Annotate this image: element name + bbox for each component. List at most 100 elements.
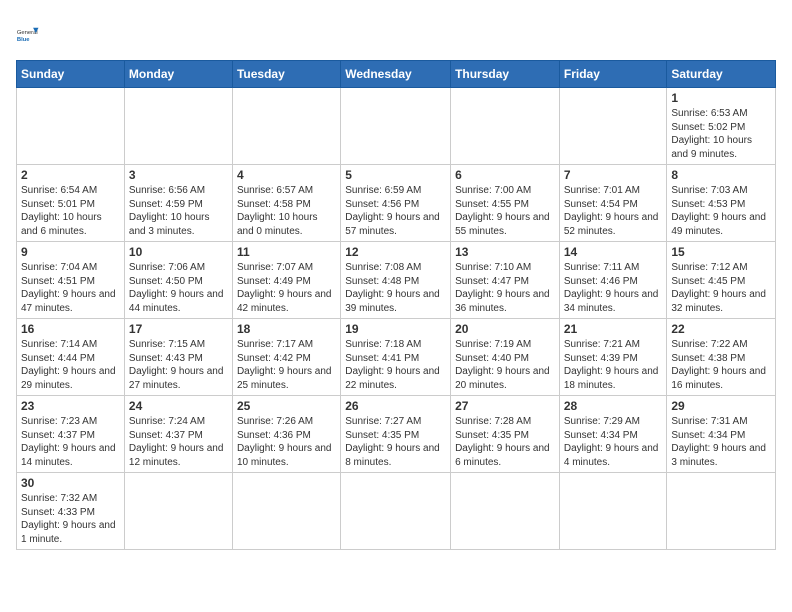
weekday-header-saturday: Saturday — [667, 61, 776, 88]
calendar-cell — [451, 473, 560, 550]
day-info: Sunrise: 7:01 AM Sunset: 4:54 PM Dayligh… — [564, 184, 663, 238]
calendar-cell: 24 Sunrise: 7:24 AM Sunset: 4:37 PM Dayli… — [124, 396, 232, 473]
day-number: 19 — [345, 322, 446, 336]
calendar-cell — [17, 88, 125, 165]
day-number: 13 — [455, 245, 555, 259]
day-number: 16 — [21, 322, 120, 336]
day-number: 22 — [671, 322, 771, 336]
weekday-header-friday: Friday — [559, 61, 667, 88]
calendar-cell: 8Sunrise: 7:03 AM Sunset: 4:53 PM Daylig… — [667, 165, 776, 242]
calendar-cell: 3 Sunrise: 6:56 AM Sunset: 4:59 PM Daylig… — [124, 165, 232, 242]
day-number: 28 — [564, 399, 663, 413]
calendar-cell: 12 Sunrise: 7:08 AM Sunset: 4:48 PM Dayli… — [341, 242, 451, 319]
calendar-cell: 19 Sunrise: 7:18 AM Sunset: 4:41 PM Dayli… — [341, 319, 451, 396]
day-info: Sunrise: 6:53 AM Sunset: 5:02 PM Dayligh… — [671, 107, 771, 161]
weekday-header-sunday: Sunday — [17, 61, 125, 88]
calendar-cell: 1 Sunrise: 6:53 AM Sunset: 5:02 PM Daylig… — [667, 88, 776, 165]
calendar-cell — [232, 473, 340, 550]
calendar-cell: 6 Sunrise: 7:00 AM Sunset: 4:55 PM Daylig… — [451, 165, 560, 242]
calendar-cell: 16 Sunrise: 7:14 AM Sunset: 4:44 PM Dayli… — [17, 319, 125, 396]
day-number: 1 — [671, 91, 771, 105]
calendar-cell: 2 Sunrise: 6:54 AM Sunset: 5:01 PM Daylig… — [17, 165, 125, 242]
day-info: Sunrise: 7:24 AM Sunset: 4:37 PM Dayligh… — [129, 415, 228, 469]
calendar-cell — [559, 88, 667, 165]
day-number: 29 — [671, 399, 771, 413]
day-info: Sunrise: 7:31 AM Sunset: 4:34 PM Dayligh… — [671, 415, 771, 469]
day-info: Sunrise: 7:27 AM Sunset: 4:35 PM Dayligh… — [345, 415, 446, 469]
calendar-cell: 4Sunrise: 6:57 AM Sunset: 4:58 PM Daylig… — [232, 165, 340, 242]
calendar-cell: 5Sunrise: 6:59 AM Sunset: 4:56 PM Daylig… — [341, 165, 451, 242]
logo: General Blue — [16, 16, 52, 52]
day-number: 11 — [237, 245, 336, 259]
calendar-cell: 28 Sunrise: 7:29 AM Sunset: 4:34 PM Dayli… — [559, 396, 667, 473]
day-info: Sunrise: 7:12 AM Sunset: 4:45 PM Dayligh… — [671, 261, 771, 315]
day-number: 7 — [564, 168, 663, 182]
day-info: Sunrise: 7:08 AM Sunset: 4:48 PM Dayligh… — [345, 261, 446, 315]
day-number: 12 — [345, 245, 446, 259]
day-info: Sunrise: 7:10 AM Sunset: 4:47 PM Dayligh… — [455, 261, 555, 315]
calendar-cell: 11 Sunrise: 7:07 AM Sunset: 4:49 PM Dayli… — [232, 242, 340, 319]
day-info: Sunrise: 7:15 AM Sunset: 4:43 PM Dayligh… — [129, 338, 228, 392]
day-info: Sunrise: 7:07 AM Sunset: 4:49 PM Dayligh… — [237, 261, 336, 315]
day-number: 3 — [129, 168, 228, 182]
calendar-cell: 30 Sunrise: 7:32 AM Sunset: 4:33 PM Dayli… — [17, 473, 125, 550]
week-row-3: 9 Sunrise: 7:04 AM Sunset: 4:51 PM Daylig… — [17, 242, 776, 319]
day-info: Sunrise: 7:17 AM Sunset: 4:42 PM Dayligh… — [237, 338, 336, 392]
week-row-2: 2 Sunrise: 6:54 AM Sunset: 5:01 PM Daylig… — [17, 165, 776, 242]
day-number: 25 — [237, 399, 336, 413]
day-info: Sunrise: 7:21 AM Sunset: 4:39 PM Dayligh… — [564, 338, 663, 392]
calendar-cell: 27Sunrise: 7:28 AM Sunset: 4:35 PM Dayli… — [451, 396, 560, 473]
day-number: 17 — [129, 322, 228, 336]
day-number: 5 — [345, 168, 446, 182]
day-info: Sunrise: 7:04 AM Sunset: 4:51 PM Dayligh… — [21, 261, 120, 315]
calendar-cell: 14Sunrise: 7:11 AM Sunset: 4:46 PM Dayli… — [559, 242, 667, 319]
day-info: Sunrise: 7:28 AM Sunset: 4:35 PM Dayligh… — [455, 415, 555, 469]
calendar-cell — [124, 88, 232, 165]
week-row-6: 30 Sunrise: 7:32 AM Sunset: 4:33 PM Dayli… — [17, 473, 776, 550]
calendar-cell: 29 Sunrise: 7:31 AM Sunset: 4:34 PM Dayli… — [667, 396, 776, 473]
calendar-cell — [232, 88, 340, 165]
day-info: Sunrise: 7:18 AM Sunset: 4:41 PM Dayligh… — [345, 338, 446, 392]
calendar-cell: 13 Sunrise: 7:10 AM Sunset: 4:47 PM Dayli… — [451, 242, 560, 319]
weekday-header-tuesday: Tuesday — [232, 61, 340, 88]
weekday-header-thursday: Thursday — [451, 61, 560, 88]
day-number: 2 — [21, 168, 120, 182]
day-info: Sunrise: 7:14 AM Sunset: 4:44 PM Dayligh… — [21, 338, 120, 392]
day-info: Sunrise: 6:57 AM Sunset: 4:58 PM Dayligh… — [237, 184, 336, 238]
day-number: 26 — [345, 399, 446, 413]
calendar-cell: 18 Sunrise: 7:17 AM Sunset: 4:42 PM Dayli… — [232, 319, 340, 396]
calendar-cell — [341, 88, 451, 165]
week-row-4: 16 Sunrise: 7:14 AM Sunset: 4:44 PM Dayli… — [17, 319, 776, 396]
day-number: 9 — [21, 245, 120, 259]
day-number: 6 — [455, 168, 555, 182]
header: General Blue — [16, 16, 776, 52]
day-info: Sunrise: 7:00 AM Sunset: 4:55 PM Dayligh… — [455, 184, 555, 238]
calendar-cell: 22Sunrise: 7:22 AM Sunset: 4:38 PM Dayli… — [667, 319, 776, 396]
calendar-cell: 25Sunrise: 7:26 AM Sunset: 4:36 PM Dayli… — [232, 396, 340, 473]
calendar-cell: 23Sunrise: 7:23 AM Sunset: 4:37 PM Dayli… — [17, 396, 125, 473]
calendar-cell: 21Sunrise: 7:21 AM Sunset: 4:39 PM Dayli… — [559, 319, 667, 396]
svg-text:General: General — [17, 30, 38, 36]
day-number: 24 — [129, 399, 228, 413]
calendar-cell — [341, 473, 451, 550]
day-number: 8 — [671, 168, 771, 182]
day-info: Sunrise: 7:29 AM Sunset: 4:34 PM Dayligh… — [564, 415, 663, 469]
calendar-cell: 9 Sunrise: 7:04 AM Sunset: 4:51 PM Daylig… — [17, 242, 125, 319]
day-info: Sunrise: 6:54 AM Sunset: 5:01 PM Dayligh… — [21, 184, 120, 238]
calendar-cell — [559, 473, 667, 550]
calendar-cell: 17 Sunrise: 7:15 AM Sunset: 4:43 PM Dayli… — [124, 319, 232, 396]
week-row-5: 23Sunrise: 7:23 AM Sunset: 4:37 PM Dayli… — [17, 396, 776, 473]
weekday-header-wednesday: Wednesday — [341, 61, 451, 88]
weekday-header-monday: Monday — [124, 61, 232, 88]
calendar-cell — [451, 88, 560, 165]
week-row-1: 1 Sunrise: 6:53 AM Sunset: 5:02 PM Daylig… — [17, 88, 776, 165]
day-number: 18 — [237, 322, 336, 336]
day-info: Sunrise: 7:23 AM Sunset: 4:37 PM Dayligh… — [21, 415, 120, 469]
day-info: Sunrise: 6:56 AM Sunset: 4:59 PM Dayligh… — [129, 184, 228, 238]
calendar-cell: 20Sunrise: 7:19 AM Sunset: 4:40 PM Dayli… — [451, 319, 560, 396]
day-info: Sunrise: 7:19 AM Sunset: 4:40 PM Dayligh… — [455, 338, 555, 392]
day-info: Sunrise: 7:32 AM Sunset: 4:33 PM Dayligh… — [21, 492, 120, 546]
calendar-cell — [667, 473, 776, 550]
calendar: SundayMondayTuesdayWednesdayThursdayFrid… — [16, 60, 776, 550]
day-number: 30 — [21, 476, 120, 490]
